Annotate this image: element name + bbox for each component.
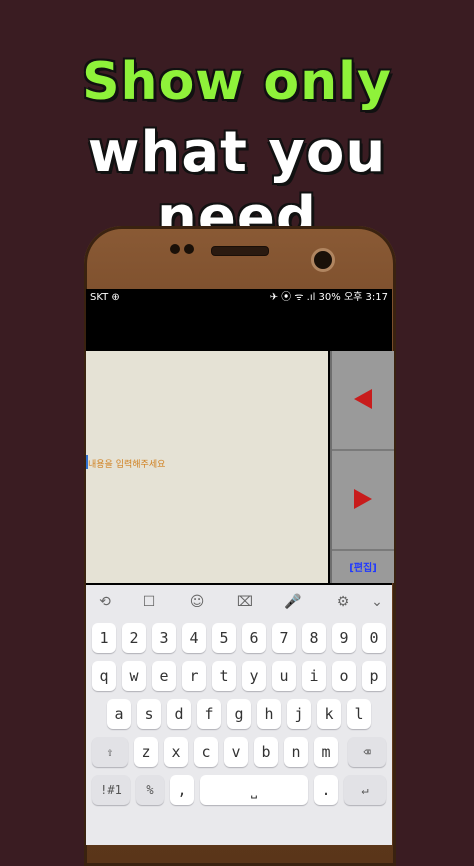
symbols-key[interactable]: !#1 bbox=[92, 775, 130, 805]
key-v[interactable]: v bbox=[224, 737, 248, 767]
key-b[interactable]: b bbox=[254, 737, 278, 767]
arrow-right-icon bbox=[354, 489, 372, 509]
key-3[interactable]: 3 bbox=[152, 623, 176, 653]
status-right: ✈ ⦿ ᯤ .ıl 30% 오후 3:17 bbox=[269, 292, 388, 303]
key-e[interactable]: e bbox=[152, 661, 176, 691]
status-bar: SKT ⊕ ✈ ⦿ ᯤ .ıl 30% 오후 3:17 bbox=[86, 289, 392, 307]
key-o[interactable]: o bbox=[332, 661, 356, 691]
key-7[interactable]: 7 bbox=[272, 623, 296, 653]
a-row: a s d f g h j k l bbox=[86, 699, 392, 729]
key-q[interactable]: q bbox=[92, 661, 116, 691]
earpiece-speaker bbox=[211, 246, 269, 256]
key-h[interactable]: h bbox=[257, 699, 281, 729]
front-camera bbox=[311, 248, 335, 272]
key-p[interactable]: p bbox=[362, 661, 386, 691]
key-t[interactable]: t bbox=[212, 661, 236, 691]
z-row: ⇧ z x c v b n m ⌫ bbox=[86, 737, 392, 767]
comma-key[interactable]: , bbox=[170, 775, 194, 805]
emoji-icon[interactable]: ☺ bbox=[186, 591, 208, 613]
shift-key[interactable]: ⇧ bbox=[92, 737, 128, 767]
key-w[interactable]: w bbox=[122, 661, 146, 691]
clipboard-icon[interactable]: ☐ bbox=[138, 591, 160, 613]
key-g[interactable]: g bbox=[227, 699, 251, 729]
settings-icon[interactable]: ⚙ bbox=[332, 591, 354, 613]
key-m[interactable]: m bbox=[314, 737, 338, 767]
key-8[interactable]: 8 bbox=[302, 623, 326, 653]
chevron-down-icon[interactable]: ⌄ bbox=[366, 591, 388, 613]
key-f[interactable]: f bbox=[197, 699, 221, 729]
side-panel: [편집] bbox=[330, 351, 394, 583]
bottom-row: !#1 % , ⎵ . ↵ bbox=[86, 775, 392, 805]
key-0[interactable]: 0 bbox=[362, 623, 386, 653]
text-editor[interactable]: 내용을 입력해주세요 bbox=[86, 351, 328, 583]
app-content: 내용을 입력해주세요 [편집] bbox=[86, 351, 394, 583]
key-9[interactable]: 9 bbox=[332, 623, 356, 653]
sensor-dot bbox=[184, 244, 194, 254]
space-key[interactable]: ⎵ bbox=[200, 775, 308, 805]
keyboard-toolbar: ⟲ ☐ ☺ ⌧ 🎤 ⚙ ⌄ bbox=[86, 585, 392, 619]
phone-screen: SKT ⊕ ✈ ⦿ ᯤ .ıl 30% 오후 3:17 내용을 입력해주세요 [… bbox=[86, 289, 394, 845]
microphone-icon[interactable]: 🎤 bbox=[282, 591, 304, 613]
key-u[interactable]: u bbox=[272, 661, 296, 691]
undo-icon[interactable]: ⟲ bbox=[94, 591, 116, 613]
previous-button[interactable] bbox=[332, 351, 394, 451]
key-k[interactable]: k bbox=[317, 699, 341, 729]
number-row: 1 2 3 4 5 6 7 8 9 0 bbox=[86, 623, 392, 653]
editor-placeholder: 내용을 입력해주세요 bbox=[88, 460, 166, 470]
key-5[interactable]: 5 bbox=[212, 623, 236, 653]
key-6[interactable]: 6 bbox=[242, 623, 266, 653]
sensor-dot bbox=[170, 244, 180, 254]
key-z[interactable]: z bbox=[134, 737, 158, 767]
key-s[interactable]: s bbox=[137, 699, 161, 729]
key-1[interactable]: 1 bbox=[92, 623, 116, 653]
language-key[interactable]: % bbox=[136, 775, 164, 805]
arrow-left-icon bbox=[354, 389, 372, 409]
backspace-key[interactable]: ⌫ bbox=[348, 737, 386, 767]
key-2[interactable]: 2 bbox=[122, 623, 146, 653]
key-c[interactable]: c bbox=[194, 737, 218, 767]
key-x[interactable]: x bbox=[164, 737, 188, 767]
enter-key[interactable]: ↵ bbox=[344, 775, 386, 805]
key-4[interactable]: 4 bbox=[182, 623, 206, 653]
headline-line1: Show only bbox=[82, 52, 392, 112]
key-j[interactable]: j bbox=[287, 699, 311, 729]
edit-button[interactable]: [편집] bbox=[332, 555, 394, 583]
key-a[interactable]: a bbox=[107, 699, 131, 729]
key-i[interactable]: i bbox=[302, 661, 326, 691]
period-key[interactable]: . bbox=[314, 775, 338, 805]
key-d[interactable]: d bbox=[167, 699, 191, 729]
next-button[interactable] bbox=[332, 451, 394, 551]
key-r[interactable]: r bbox=[182, 661, 206, 691]
key-l[interactable]: l bbox=[347, 699, 371, 729]
soft-keyboard: ⟲ ☐ ☺ ⌧ 🎤 ⚙ ⌄ 1 2 3 4 5 6 7 8 9 0 q w e … bbox=[86, 585, 392, 845]
q-row: q w e r t y u i o p bbox=[86, 661, 392, 691]
key-n[interactable]: n bbox=[284, 737, 308, 767]
key-y[interactable]: y bbox=[242, 661, 266, 691]
status-left: SKT ⊕ bbox=[90, 292, 120, 303]
text-edit-icon[interactable]: ⌧ bbox=[234, 591, 256, 613]
